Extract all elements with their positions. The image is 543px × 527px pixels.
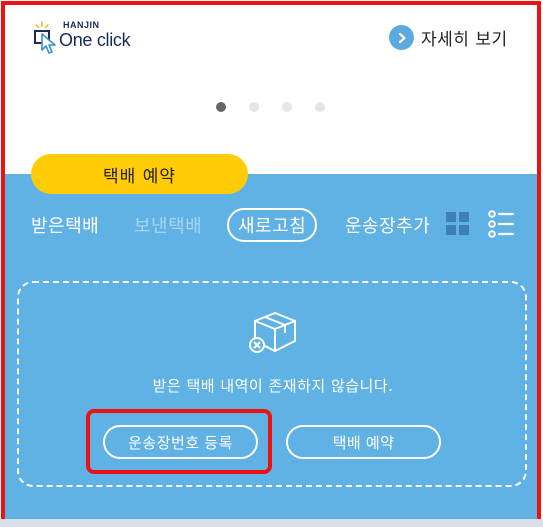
highlight-box [86, 409, 272, 474]
screenshot-frame: HANJIN One click 자세히 보기 택배 예약 받은택배 보낸택배 … [1, 1, 541, 525]
parcel-tabs: 받은택배 보낸택배 새로고침 운송장추가 [31, 205, 451, 245]
logo-one-text: One [59, 30, 93, 50]
grid-view-icon[interactable] [446, 212, 470, 236]
logo-click-text: click [92, 30, 131, 50]
refresh-button[interactable]: 새로고침 [227, 208, 318, 242]
detail-link-label: 자세히 보기 [421, 30, 508, 50]
chevron-right-circle-icon [389, 25, 414, 50]
detail-link[interactable]: 자세히 보기 [389, 25, 508, 50]
carousel-dot-3[interactable] [282, 102, 292, 112]
empty-state-message: 받은 택배 내역이 존재하지 않습니다. [152, 377, 394, 395]
tab-sent[interactable]: 보낸택배 [134, 212, 202, 238]
carousel-dot-2[interactable] [249, 102, 259, 112]
booking-button[interactable]: 택배 예약 [286, 425, 441, 459]
bottom-strip [0, 519, 543, 527]
hanjin-logo[interactable]: HANJIN One click [33, 19, 143, 55]
carousel-dot-1[interactable] [216, 102, 226, 112]
box-x-icon [245, 307, 301, 357]
carousel-dot-4[interactable] [315, 102, 325, 112]
carousel-indicator [216, 102, 325, 112]
tab-received[interactable]: 받은택배 [31, 212, 99, 238]
logo-brand-main: One click [59, 30, 131, 51]
booking-tab[interactable]: 택배 예약 [31, 154, 248, 194]
list-view-icon[interactable] [488, 209, 515, 239]
logo-brand-small: HANJIN [63, 20, 100, 30]
add-tracking-button[interactable]: 운송장추가 [345, 212, 430, 238]
